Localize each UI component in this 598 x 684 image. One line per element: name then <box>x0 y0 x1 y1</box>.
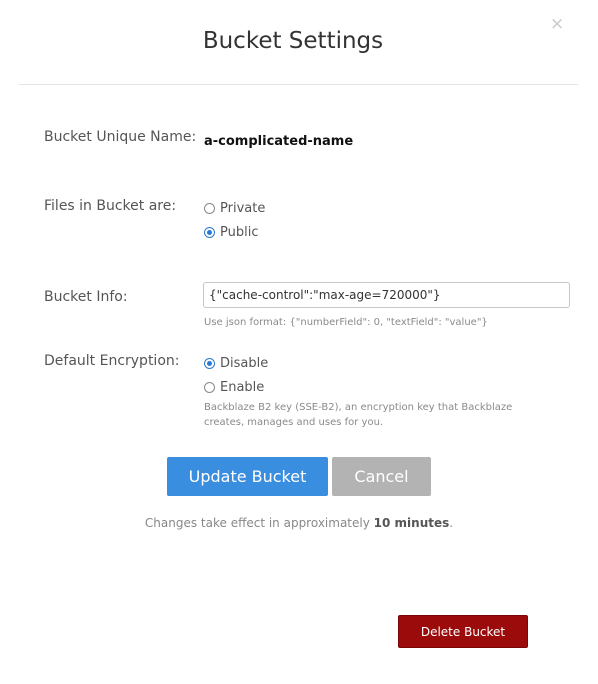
encryption-label: Default Encryption: <box>44 353 180 369</box>
radio-private-label: Private <box>220 200 266 216</box>
changes-note: Changes take effect in approximately 10 … <box>0 516 598 530</box>
update-bucket-button[interactable]: Update Bucket <box>167 457 328 496</box>
cancel-button[interactable]: Cancel <box>332 457 431 496</box>
radio-private[interactable]: Private <box>204 199 265 217</box>
modal-title: Bucket Settings <box>202 28 384 54</box>
note-prefix: Changes take effect in approximately <box>144 516 374 530</box>
delete-bucket-button[interactable]: Delete Bucket <box>398 615 528 648</box>
bucket-name-label: Bucket Unique Name: <box>44 129 197 145</box>
bucket-name-value: a-complicated-name <box>204 134 354 149</box>
bucket-settings-modal: × Bucket Settings Bucket Unique Name: a-… <box>0 0 598 684</box>
note-suffix: . <box>449 516 454 530</box>
radio-enable-label: Enable <box>220 379 265 395</box>
bucket-info-label: Bucket Info: <box>44 289 128 305</box>
radio-disable-label: Disable <box>220 355 269 371</box>
note-emphasis: 10 minutes <box>373 516 450 530</box>
radio-public-label: Public <box>220 224 259 240</box>
radio-enable[interactable]: Enable <box>204 378 264 396</box>
encryption-hint-line2: creates, manages and uses for you. <box>204 417 384 428</box>
radio-public-button[interactable] <box>204 226 215 238</box>
radio-disable-button[interactable] <box>204 357 215 369</box>
header-divider <box>19 84 578 85</box>
bucket-info-hint: Use json format: {"numberField": 0, "tex… <box>204 317 488 328</box>
encryption-hint-line1: Backblaze B2 key (SSE-B2), an encryption… <box>204 402 513 413</box>
privacy-label: Files in Bucket are: <box>44 198 177 214</box>
bucket-info-input[interactable] <box>203 282 570 308</box>
radio-public[interactable]: Public <box>204 223 258 241</box>
radio-disable[interactable]: Disable <box>204 354 268 372</box>
radio-private-button[interactable] <box>204 202 215 214</box>
radio-enable-button[interactable] <box>204 381 215 393</box>
